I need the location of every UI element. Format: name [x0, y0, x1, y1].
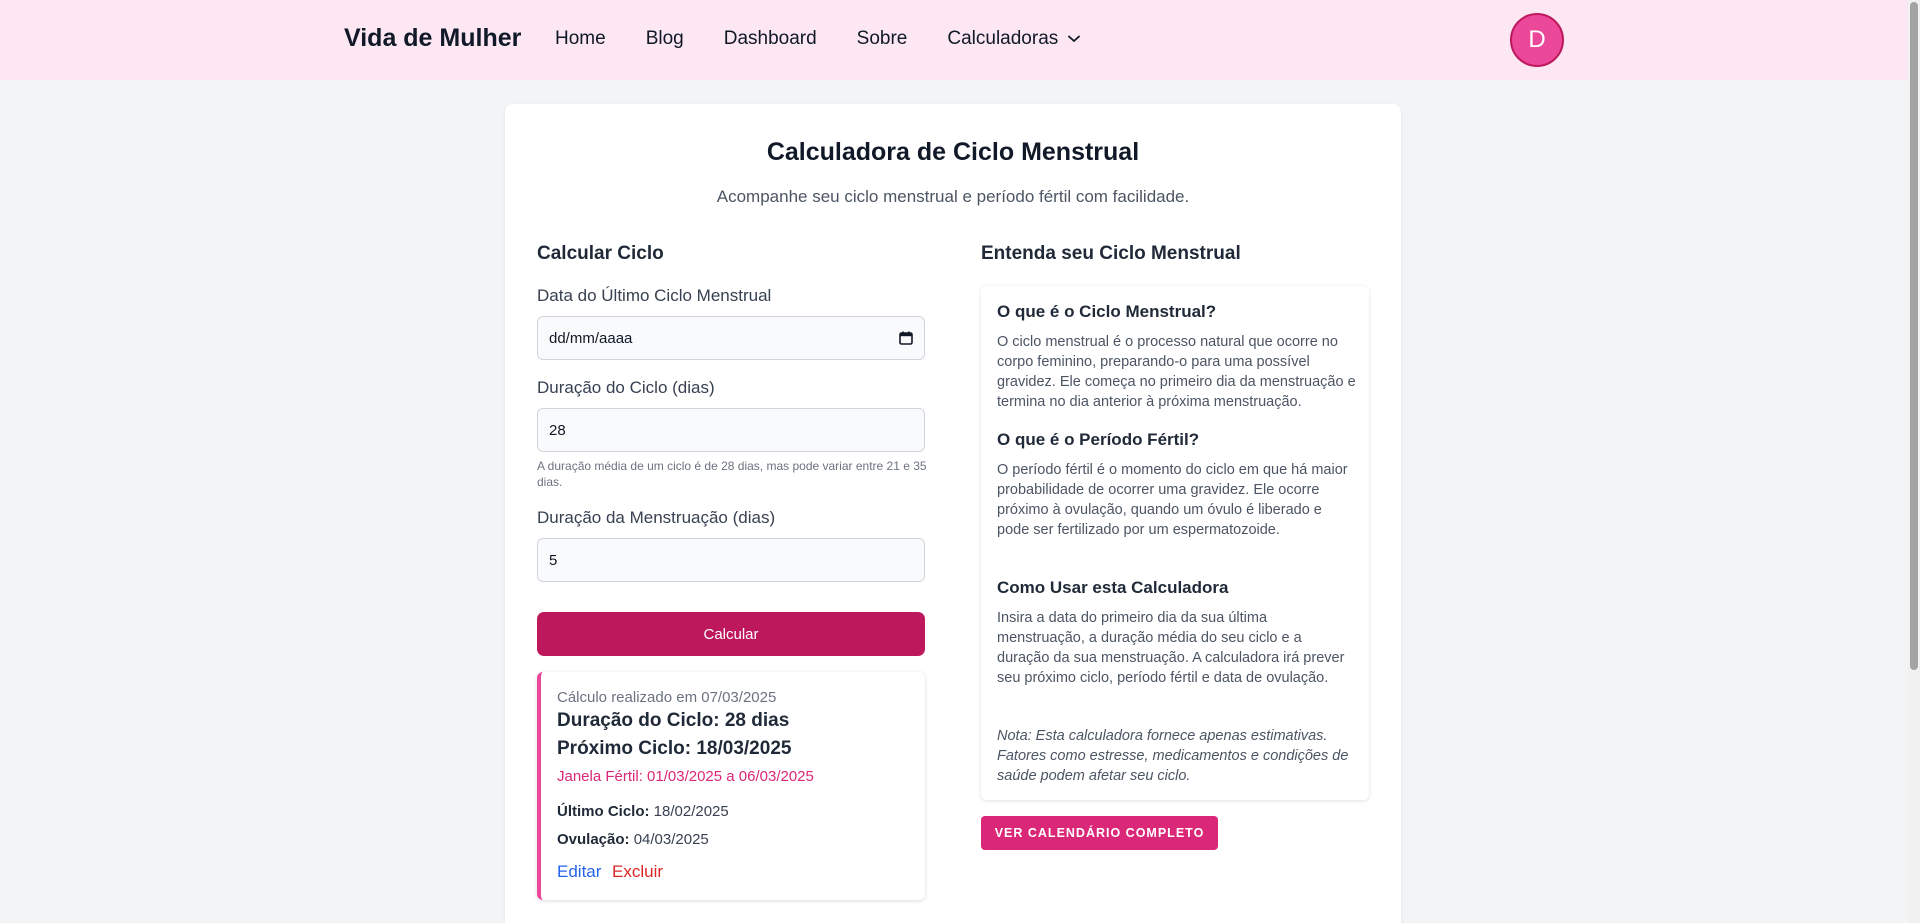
- brand-logo[interactable]: Vida de Mulher: [344, 24, 521, 53]
- cycle-length-value: 28: [549, 421, 566, 439]
- result-last-cycle: Último Ciclo: 18/02/2025: [557, 803, 729, 820]
- nav-home[interactable]: Home: [555, 27, 606, 51]
- result-card: Cálculo realizado em 07/03/2025 Duração …: [537, 672, 925, 900]
- info-section-text: O ciclo menstrual é o processo natural q…: [997, 334, 1356, 410]
- period-length-input[interactable]: 5: [537, 538, 925, 582]
- result-next-cycle: Próximo Ciclo: 18/03/2025: [557, 738, 792, 759]
- info-section-text: O período fértil é o momento do ciclo em…: [997, 462, 1348, 538]
- info-section-title: O que é o Ciclo Menstrual?: [997, 302, 1217, 321]
- period-length-label: Duração da Menstruação (dias): [537, 508, 776, 527]
- page-title: Calculadora de Ciclo Menstrual: [766, 138, 1140, 166]
- chevron-down-icon: [1068, 35, 1081, 42]
- info-section-text: Insira a data do primeiro dia da sua últ…: [997, 610, 1345, 686]
- cycle-length-hint: A duração média de um ciclo é de 28 dias…: [537, 459, 927, 489]
- nav-sobre[interactable]: Sobre: [857, 27, 908, 51]
- nav-blog[interactable]: Blog: [646, 27, 684, 51]
- top-navbar: Vida de Mulher Home Blog Dashboard Sobre…: [0, 0, 1908, 80]
- edit-link[interactable]: Editar: [557, 862, 601, 882]
- last-cycle-date-input[interactable]: dd/mm/aaaa: [537, 316, 925, 360]
- last-cycle-value: 18/02/2025: [653, 803, 729, 820]
- ovulation-key: Ovulação:: [557, 831, 630, 848]
- info-panel: O que é o Ciclo Menstrual? O ciclo menst…: [981, 286, 1369, 800]
- last-cycle-key: Último Ciclo:: [557, 803, 650, 820]
- ovulation-value: 04/03/2025: [633, 831, 709, 848]
- info-section-title: Como Usar esta Calculadora: [997, 578, 1229, 597]
- info-section-title: O que é o Período Fértil?: [997, 430, 1200, 449]
- info-heading: Entenda seu Ciclo Menstrual: [981, 243, 1241, 264]
- calculator-card: Calculadora de Ciclo Menstrual Acompanhe…: [505, 104, 1401, 923]
- page-subtitle: Acompanhe seu ciclo menstrual e período …: [716, 187, 1190, 206]
- result-ovulation: Ovulação: 04/03/2025: [557, 831, 709, 848]
- form-heading: Calcular Ciclo: [537, 243, 664, 264]
- result-cycle-length: Duração do Ciclo: 28 dias: [557, 710, 790, 731]
- last-cycle-label: Data do Último Ciclo Menstrual: [537, 286, 772, 305]
- calendar-icon[interactable]: [899, 331, 913, 345]
- main-nav: Home Blog Dashboard Sobre Calculadoras: [555, 27, 1081, 51]
- view-calendar-button[interactable]: VER CALENDÁRIO COMPLETO: [981, 816, 1218, 850]
- scrollbar-thumb[interactable]: [1910, 2, 1918, 670]
- delete-link[interactable]: Excluir: [612, 862, 663, 882]
- calculate-button[interactable]: Calcular: [537, 612, 925, 656]
- user-avatar[interactable]: D: [1510, 13, 1564, 67]
- date-placeholder: dd/mm/aaaa: [549, 329, 633, 347]
- cycle-length-input[interactable]: 28: [537, 408, 925, 452]
- result-fertile-window: Janela Fértil: 01/03/2025 a 06/03/2025: [557, 768, 814, 785]
- nav-dashboard[interactable]: Dashboard: [724, 27, 817, 51]
- nav-calculadoras-dropdown[interactable]: Calculadoras: [947, 27, 1081, 51]
- cycle-length-label: Duração do Ciclo (dias): [537, 378, 715, 397]
- calculated-on-text: Cálculo realizado em 07/03/2025: [557, 689, 777, 706]
- disclaimer-note: Nota: Esta calculadora fornece apenas es…: [997, 728, 1349, 784]
- period-length-value: 5: [549, 551, 558, 569]
- nav-calculadoras[interactable]: Calculadoras: [947, 27, 1058, 51]
